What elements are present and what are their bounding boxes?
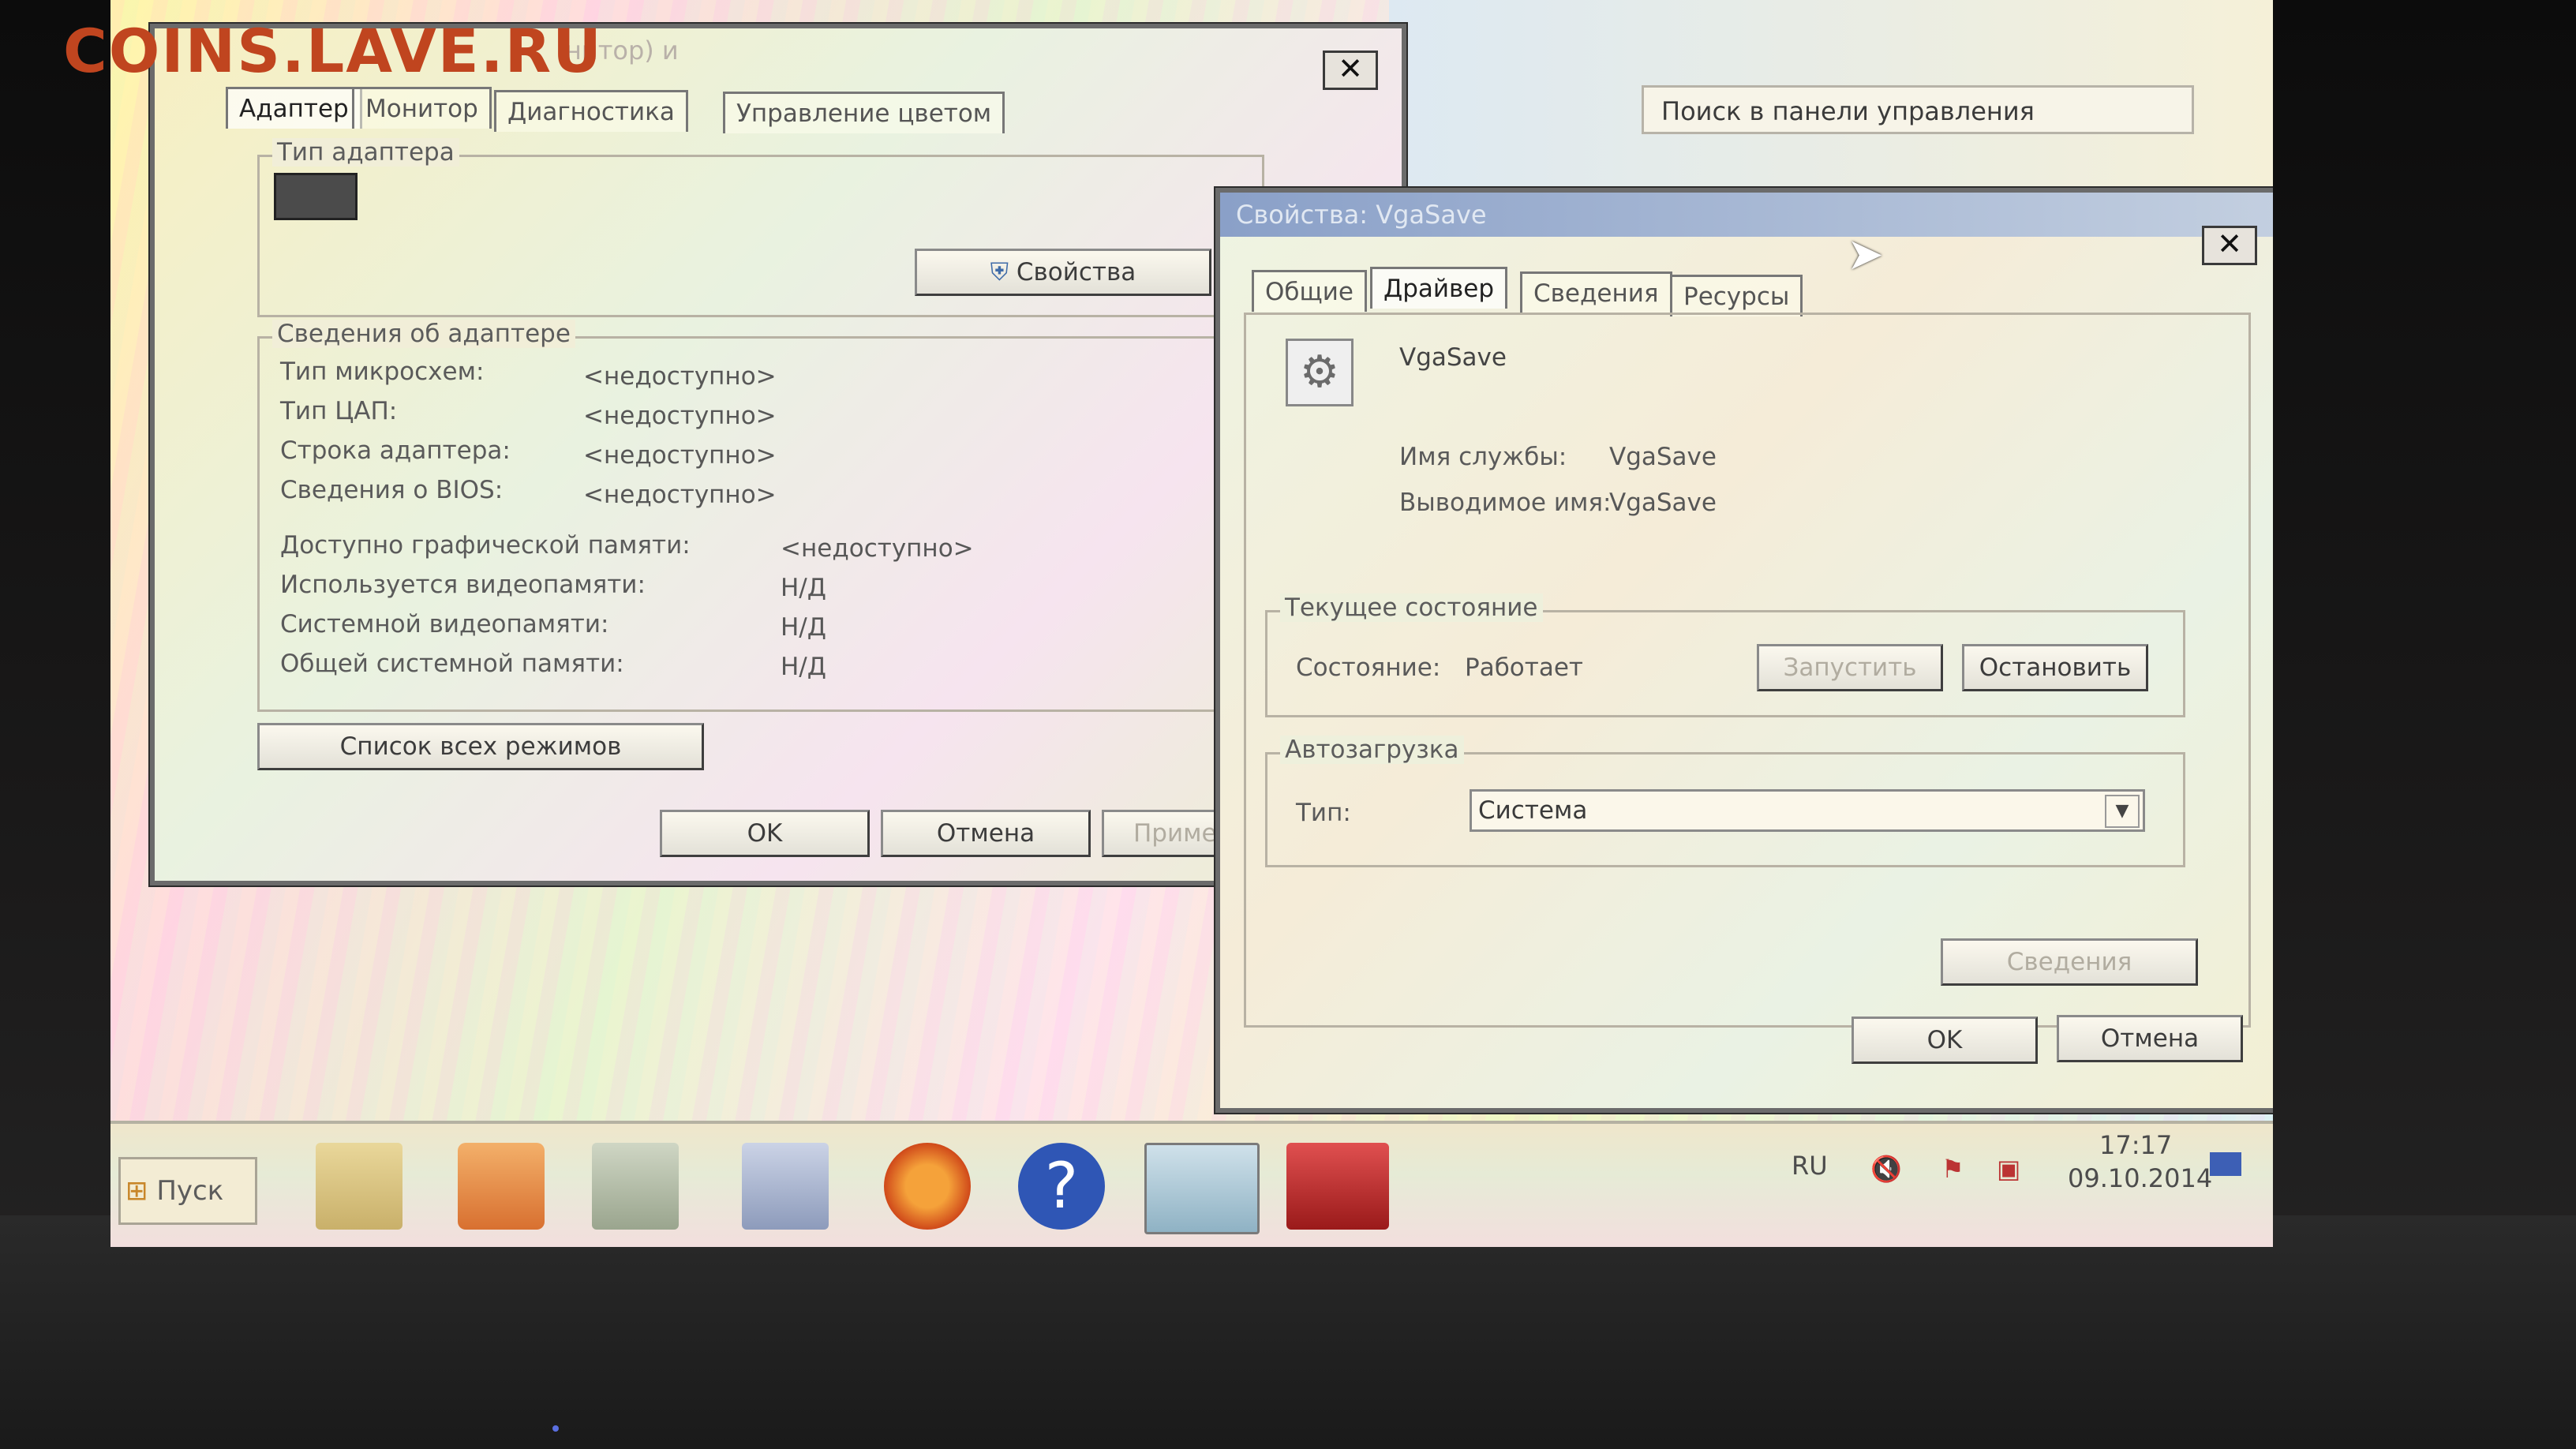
start-type-value: Система	[1478, 796, 1588, 825]
network-icon[interactable]	[742, 1143, 829, 1230]
start-type-label: Тип:	[1296, 799, 1351, 827]
adapter-string-label: Строка адаптера:	[280, 436, 511, 465]
adapter-info-title: Сведения об адаптере	[272, 320, 575, 348]
video-card-icon	[274, 173, 358, 220]
start-button[interactable]: ⊞ Пуск	[118, 1157, 257, 1225]
start-type-select[interactable]: Система ▼	[1470, 789, 2145, 832]
vgasave-properties-window: Свойства: VgaSave ✕ Общие Драйвер Сведен…	[1215, 188, 2273, 1113]
toolbox-icon[interactable]	[1286, 1143, 1389, 1230]
network-tray-icon[interactable]: ▣	[1997, 1154, 2020, 1184]
autostart-group: Автозагрузка Тип: Система ▼	[1265, 736, 2185, 867]
ok-button[interactable]: OK	[660, 810, 870, 857]
calculator-icon[interactable]	[592, 1143, 679, 1230]
bios-info-label: Сведения о BIOS:	[280, 476, 504, 504]
cancel-button[interactable]: Отмена	[2057, 1015, 2243, 1062]
clock-time[interactable]: 17:17	[2099, 1130, 2172, 1160]
adapter-string-value: <недоступно>	[583, 441, 777, 470]
details-button[interactable]: Сведения	[1941, 938, 2198, 986]
start-button[interactable]: Запустить	[1757, 644, 1943, 691]
state-value: Работает	[1465, 653, 1583, 682]
clock-date[interactable]: 09.10.2014	[2068, 1163, 2212, 1193]
tab-resources[interactable]: Ресурсы	[1670, 275, 1803, 316]
windows-logo-icon: ⊞	[125, 1175, 148, 1207]
display-name-label: Выводимое имя:	[1399, 489, 1612, 517]
properties-button[interactable]: ⛨ Свойства	[915, 249, 1211, 296]
tab-color-management[interactable]: Управление цветом	[723, 92, 1005, 133]
tab-monitor[interactable]: Монитор	[352, 87, 492, 129]
shared-system-memory-value: Н/Д	[781, 653, 826, 681]
service-name-heading: VgaSave	[1399, 343, 1507, 372]
adapter-type-title: Тип адаптера	[272, 138, 459, 167]
bios-info-value: <недоступно>	[583, 481, 777, 509]
system-video-memory-value: Н/Д	[781, 613, 826, 642]
available-memory-value: <недоступно>	[781, 534, 974, 563]
volume-muted-icon[interactable]: 🔇	[1870, 1154, 1902, 1184]
list-all-modes-button[interactable]: Список всех режимов	[257, 723, 704, 770]
tab-driver[interactable]: Драйвер	[1370, 267, 1508, 309]
search-input[interactable]: Поиск в панели управления	[1642, 85, 2194, 134]
tab-details[interactable]: Сведения	[1520, 271, 1672, 313]
action-center-icon[interactable]: ⚑	[1941, 1154, 1964, 1184]
show-desktop-button[interactable]	[2210, 1152, 2241, 1176]
adapter-info-group: Сведения об адаптере Тип микросхем: <нед…	[257, 320, 1288, 712]
watermark: COINS.LAVE.RU	[63, 16, 603, 86]
dac-type-label: Тип ЦАП:	[280, 397, 398, 425]
vgasave-window-title: Свойства: VgaSave	[1236, 200, 1487, 230]
help-icon[interactable]: ?	[1018, 1143, 1105, 1230]
service-name-value: VgaSave	[1609, 443, 1717, 471]
start-label: Пуск	[156, 1175, 224, 1207]
laptop-body	[0, 1215, 2576, 1449]
current-state-title: Текущее состояние	[1280, 593, 1543, 622]
current-state-group: Текущее состояние Состояние: Работает За…	[1265, 593, 2185, 717]
photo-frame: ▼ ↻ _ ❐ ✕ Поиск в панели управления нито…	[0, 0, 2576, 1449]
state-label: Состояние:	[1296, 653, 1441, 682]
available-memory-label: Доступно графической памяти:	[280, 531, 691, 560]
display-name-value: VgaSave	[1609, 489, 1717, 517]
vgasave-window-titlebar: Свойства: VgaSave	[1220, 193, 2273, 237]
shared-system-memory-label: Общей системной памяти:	[280, 650, 624, 678]
tab-general[interactable]: Общие	[1252, 270, 1367, 312]
used-video-memory-value: Н/Д	[781, 574, 826, 602]
close-icon[interactable]: ✕	[1323, 51, 1378, 90]
chip-type-label: Тип микросхем:	[280, 358, 485, 386]
control-panel-icon[interactable]	[1144, 1143, 1260, 1234]
tab-adapter[interactable]: Адаптер	[226, 87, 362, 129]
close-icon[interactable]: ✕	[2202, 226, 2257, 265]
system-video-memory-label: Системной видеопамяти:	[280, 610, 609, 638]
chevron-down-icon[interactable]: ▼	[2105, 795, 2140, 828]
chip-type-value: <недоступно>	[583, 362, 777, 391]
power-led	[552, 1425, 559, 1432]
folder-icon[interactable]	[316, 1143, 402, 1230]
dac-type-value: <недоступно>	[583, 402, 777, 430]
firefox-icon[interactable]	[884, 1143, 971, 1230]
language-indicator[interactable]: RU	[1792, 1151, 1828, 1181]
service-name-label: Имя службы:	[1399, 443, 1567, 471]
properties-button-label: Свойства	[1016, 258, 1136, 286]
tab-diagnostics[interactable]: Диагностика	[494, 90, 688, 132]
screen: ▼ ↻ _ ❐ ✕ Поиск в панели управления нито…	[110, 0, 2273, 1247]
autostart-title: Автозагрузка	[1280, 736, 1464, 764]
cancel-button[interactable]: Отмена	[881, 810, 1091, 857]
media-player-icon[interactable]	[458, 1143, 545, 1230]
used-video-memory-label: Используется видеопамяти:	[280, 571, 646, 599]
driver-tab-panel: ⚙ VgaSave Имя службы: VgaSave Выводимое …	[1244, 313, 2251, 1028]
shield-icon: ⛨	[990, 258, 1009, 286]
ok-button[interactable]: OK	[1852, 1017, 2038, 1064]
adapter-type-group: Тип адаптера ⛨ Свойства	[257, 138, 1264, 317]
mouse-cursor-icon: ➤	[1847, 229, 1884, 280]
stop-button[interactable]: Остановить	[1962, 644, 2148, 691]
gear-icon: ⚙	[1286, 339, 1354, 406]
